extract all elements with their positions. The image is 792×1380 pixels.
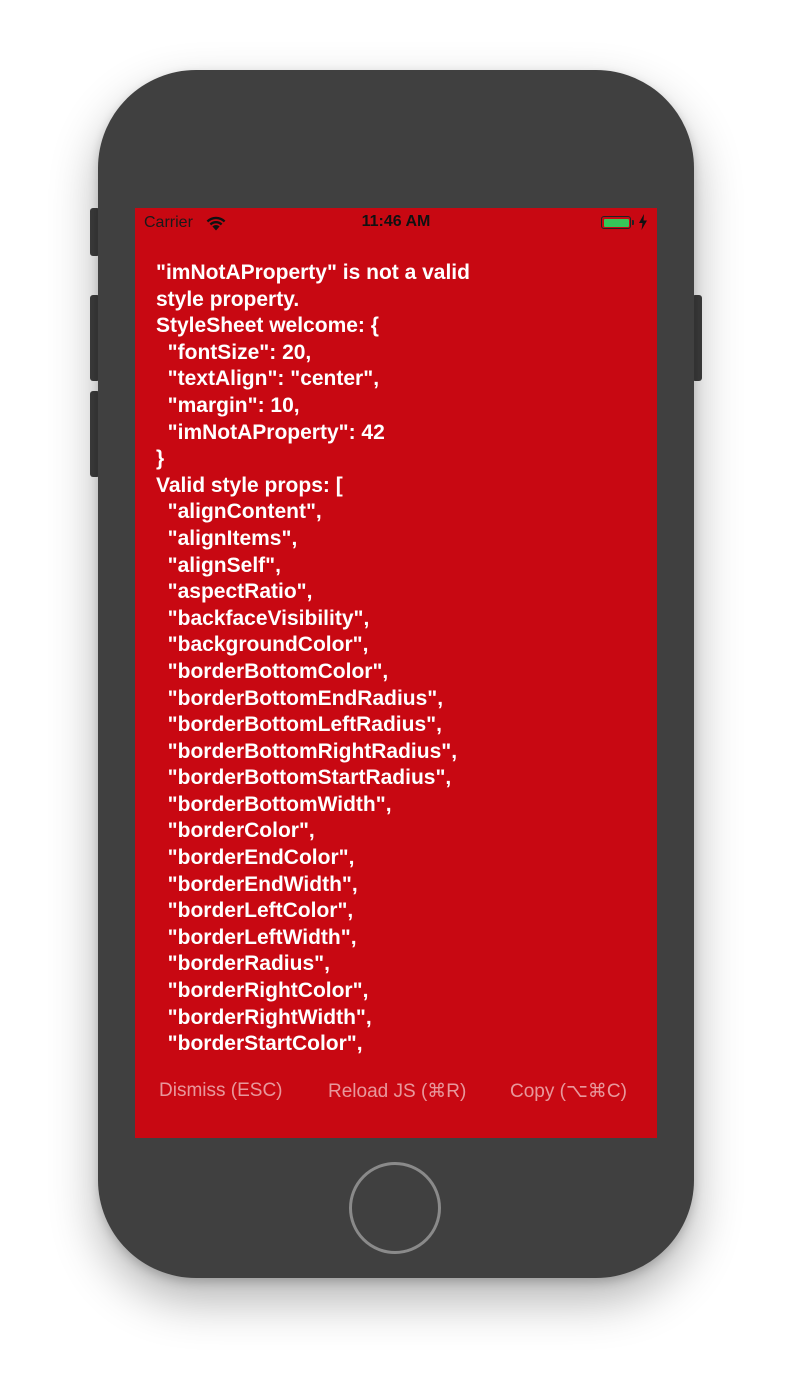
error-line: "alignContent",	[156, 500, 322, 524]
battery-level-fill	[603, 218, 629, 227]
error-line: StyleSheet welcome: {	[156, 314, 379, 338]
dismiss-button[interactable]: Dismiss (ESC)	[159, 1080, 283, 1102]
copy-button[interactable]: Copy (⌥⌘C)	[510, 1080, 627, 1103]
error-line: "backfaceVisibility",	[156, 606, 370, 630]
error-line: "borderRightColor",	[156, 979, 369, 1003]
error-line: "borderEndColor",	[156, 846, 355, 870]
reload-js-button[interactable]: Reload JS (⌘R)	[328, 1080, 466, 1103]
error-line: "borderRightWidth",	[156, 1005, 372, 1029]
redbox-action-bar: Dismiss (ESC) Reload JS (⌘R) Copy (⌥⌘C)	[135, 1080, 657, 1114]
error-line: "textAlign": "center",	[156, 367, 380, 391]
status-time: 11:46 AM	[361, 213, 431, 230]
error-line: "borderStartColor",	[156, 1032, 363, 1056]
app-screen: Carrier 11:46 AM "imNotAProperty" is not…	[135, 208, 657, 1138]
error-line: "alignSelf",	[156, 553, 281, 577]
error-line: "backgroundColor",	[156, 633, 369, 657]
error-message: "imNotAProperty" is not a valid style pro…	[156, 260, 636, 1060]
error-line: "margin": 10,	[156, 393, 300, 417]
error-line: style property.	[156, 287, 300, 311]
home-button[interactable]	[349, 1162, 441, 1254]
battery-tip	[632, 220, 634, 225]
error-line: "borderBottomLeftRadius",	[156, 713, 442, 737]
error-line: "imNotAProperty": 42	[156, 420, 385, 444]
charging-bolt-icon	[639, 214, 647, 230]
error-line: Valid style props: [	[156, 473, 343, 497]
error-line: "aspectRatio",	[156, 580, 313, 604]
error-line: "alignItems",	[156, 526, 298, 550]
error-line: "borderRadius",	[156, 952, 330, 976]
error-line: "borderBottomColor",	[156, 659, 389, 683]
error-line: "borderColor",	[156, 819, 315, 843]
error-line: "borderBottomWidth",	[156, 792, 392, 816]
error-line: }	[156, 447, 165, 471]
error-line: "borderLeftColor",	[156, 899, 354, 923]
battery-icon	[601, 216, 631, 229]
error-line: "fontSize": 20,	[156, 340, 312, 364]
status-bar: Carrier 11:46 AM	[135, 208, 657, 238]
error-line: "imNotAProperty" is not a valid	[156, 261, 470, 284]
error-line: "borderEndWidth",	[156, 872, 358, 896]
error-line: "borderBottomEndRadius",	[156, 686, 444, 710]
error-line: "borderLeftWidth",	[156, 925, 357, 949]
error-line: "borderBottomRightRadius",	[156, 739, 458, 763]
error-line: "borderBottomStartRadius",	[156, 766, 452, 790]
